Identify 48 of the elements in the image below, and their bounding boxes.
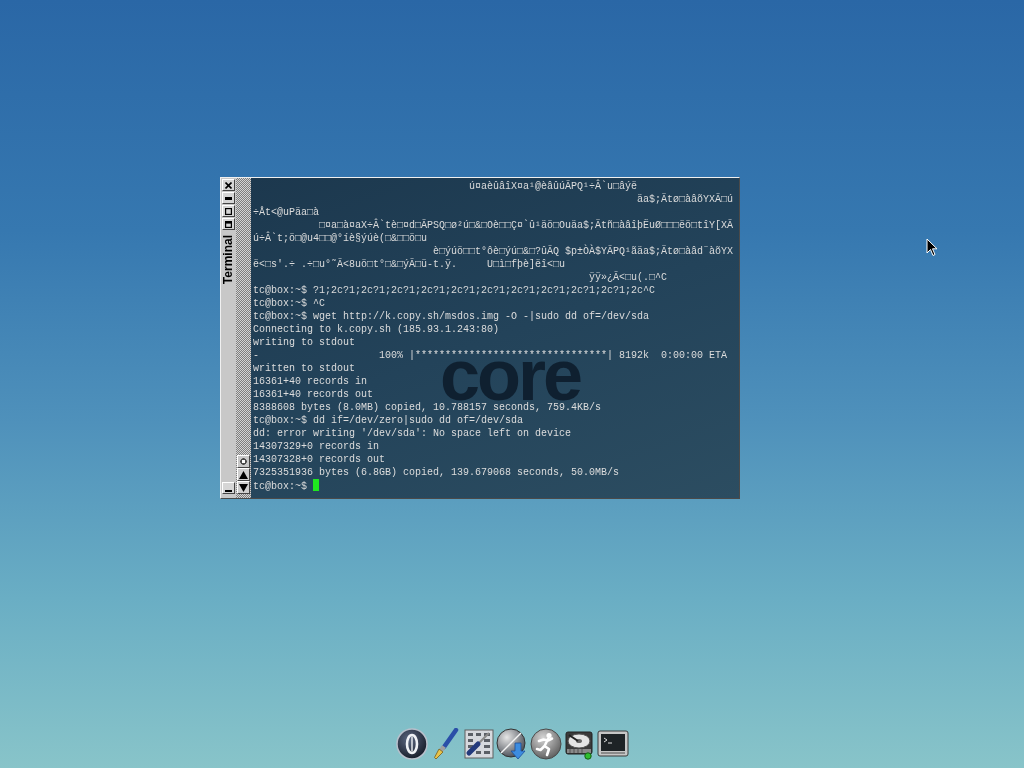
screwdriver-panel-icon[interactable] <box>462 728 495 760</box>
terminal-line: writing to stdout <box>253 337 356 348</box>
terminal-line: 8388608 bytes (8.0MB) copied, 10.788157 seconds, 759.4KB/s <box>253 402 602 413</box>
underscore-icon <box>225 490 232 492</box>
up-arrow-icon <box>239 470 248 479</box>
terminal-line: tc@box:~$ dd if=/dev/zero|sudo dd of=/dev/sda <box>253 415 524 426</box>
square-icon <box>225 207 232 215</box>
terminal-line: tc@box:~$ ^C <box>253 298 325 309</box>
terminal-line: äa$;Ätø□àâõYXÃ□ú <box>637 194 734 205</box>
scrollbar-thumb[interactable] <box>237 455 250 468</box>
terminal-line: 14307328+0 records out <box>253 454 386 465</box>
terminal-line: 14307329+0 records in <box>253 441 380 452</box>
scroll-up-button[interactable] <box>237 468 250 481</box>
square-icon <box>225 220 232 228</box>
terminal-line: □¤a□à¤aX÷Â`tè□¤d□ÃPSQ□ø²ú□&□Oè□□Ç¤`û¹äö□Ouäa$;Ätñ□àâîþËuØ□□□ëö□tîY[XÃ <box>319 220 734 231</box>
terminal-line: tc@box:~$ <box>253 481 307 492</box>
terminal-line: ú÷Â`t;ö□@u4□□@°íè§ýúè(□&□□ö□u <box>253 233 428 244</box>
terminal-line: ú¤aèûâîX¤a¹@èâûúÃPQ¹÷Â`u□âýë <box>469 181 638 192</box>
terminal-line: written to stdout <box>253 363 356 374</box>
power-icon[interactable] <box>395 728 428 760</box>
shade-button[interactable] <box>222 218 235 230</box>
close-button[interactable] <box>222 179 235 191</box>
terminal-line: 16361+40 records out <box>253 389 374 400</box>
terminal-line: dd: error writing '/dev/sda': No space left on device <box>253 428 572 439</box>
terminal-line: 16361+40 records in <box>253 376 368 387</box>
mouse-pointer-icon <box>926 238 938 257</box>
bar-icon <box>225 196 232 200</box>
text-cursor <box>313 479 319 491</box>
window-title: Terminal <box>222 235 235 285</box>
terminal-line: - 100% |********************************| 8192k 0:00:00 ETA <box>253 350 728 361</box>
terminal-line: è□ýúö□□t°ôè□ýú□&□?ûÃQ $p±ÒÀ$YÃPQ¹ãäa$;Ätø□àâd¨àõYX <box>433 246 734 257</box>
terminal-line: ë<□s'.÷ .÷□u°˜Ã<8uö□t°□&□ýÃ□ü-t.ÿ. U□ì□fþè]ëî<□u <box>253 259 566 270</box>
maximize-button[interactable] <box>222 205 235 217</box>
terminal-line: 7325351936 bytes (6.8GB) copied, 139.679068 seconds, 50.0MB/s <box>253 467 620 478</box>
hard-drive-icon[interactable] <box>563 728 595 760</box>
terminal-line: ÿÿ»¿Ã<□u(.□^C <box>589 272 668 283</box>
terminal-line: tc@box:~$ ?1;2c?1;2c?1;2c?1;2c?1;2c?1;2c?1;2c?1;2c?1;2c?1;2c?1;2c^C <box>253 285 656 296</box>
scroll-down-button[interactable] <box>237 481 250 494</box>
terminal-line: Connecting to k.copy.sh (185.93.1.243:80) <box>253 324 500 335</box>
minimize-button[interactable] <box>222 192 235 204</box>
terminal-icon[interactable] <box>596 728 629 760</box>
running-man-icon[interactable] <box>529 728 562 760</box>
scrollbar[interactable] <box>236 178 251 498</box>
terminal-line: tc@box:~$ wget http://k.copy.sh/msdos.img -O -|sudo dd of=/dev/sda <box>253 311 650 322</box>
close-icon <box>225 181 232 189</box>
terminal-line: ÷Åt<@uPäa□à <box>253 207 319 218</box>
down-arrow-icon <box>239 483 248 492</box>
iconify-button[interactable] <box>222 482 235 494</box>
